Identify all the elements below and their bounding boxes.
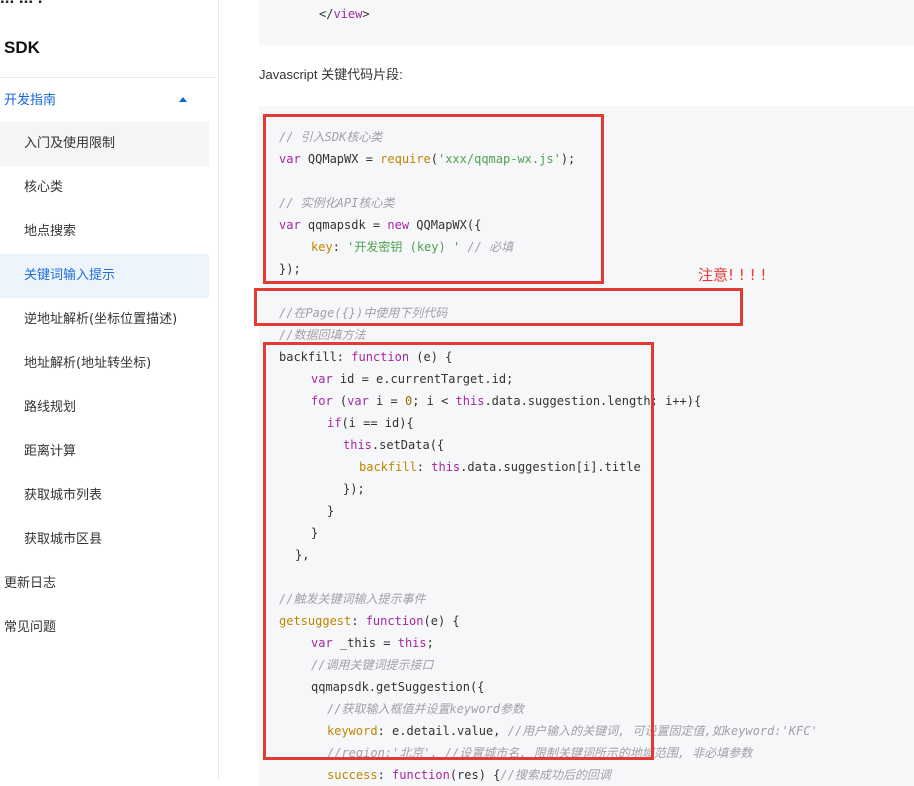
code-line: success: function(res) {//搜索成功后的回调 (327, 768, 611, 782)
sidebar-section-changelog[interactable]: 更新日志 (4, 562, 56, 606)
code-line-view-close: </view> (319, 7, 370, 21)
sidebar-item-keyword-suggestion[interactable]: 关键词输入提示 (0, 254, 209, 298)
sidebar-item-route-planning[interactable]: 路线规划 (0, 386, 209, 430)
highlight-box-sdk-init (263, 114, 604, 284)
highlight-box-page-note (254, 288, 743, 326)
sidebar-item-getting-started[interactable]: 入门及使用限制 (0, 122, 209, 166)
sidebar-item-city-list[interactable]: 获取城市列表 (0, 474, 209, 518)
sidebar-item-distance[interactable]: 距离计算 (0, 430, 209, 474)
sidebar-divider (0, 77, 219, 78)
sidebar-item-geocoder[interactable]: 地址解析(地址转坐标) (0, 342, 209, 386)
sidebar-item-core-class[interactable]: 核心类 (0, 166, 209, 210)
code-token: </ (319, 7, 334, 21)
sidebar-section-faq[interactable]: 常见问题 (4, 606, 56, 650)
sidebar-item-district[interactable]: 获取城市区县 (0, 518, 209, 562)
js-snippet-label: Javascript 关键代码片段: (259, 67, 403, 82)
code-block-wxml: </view> (259, 0, 914, 45)
sidebar-logo-cut: ... ... . (0, 0, 200, 8)
chevron-up-icon[interactable] (179, 97, 187, 102)
code-token: > (362, 7, 370, 21)
sidebar-nav: ... ... . SDK 开发指南 入门及使用限制 核心类 地点搜索 关键词输… (0, 0, 219, 779)
highlight-box-methods (263, 342, 654, 760)
sidebar-section-dev-guide[interactable]: 开发指南 (4, 79, 56, 123)
annotation-note: 注意! ! ! ! (698, 266, 767, 284)
sdk-title: SDK (4, 38, 40, 57)
code-token: view (333, 7, 363, 21)
sidebar-item-reverse-geocoder[interactable]: 逆地址解析(坐标位置描述) (0, 298, 209, 342)
sidebar-item-place-search[interactable]: 地点搜索 (0, 210, 209, 254)
